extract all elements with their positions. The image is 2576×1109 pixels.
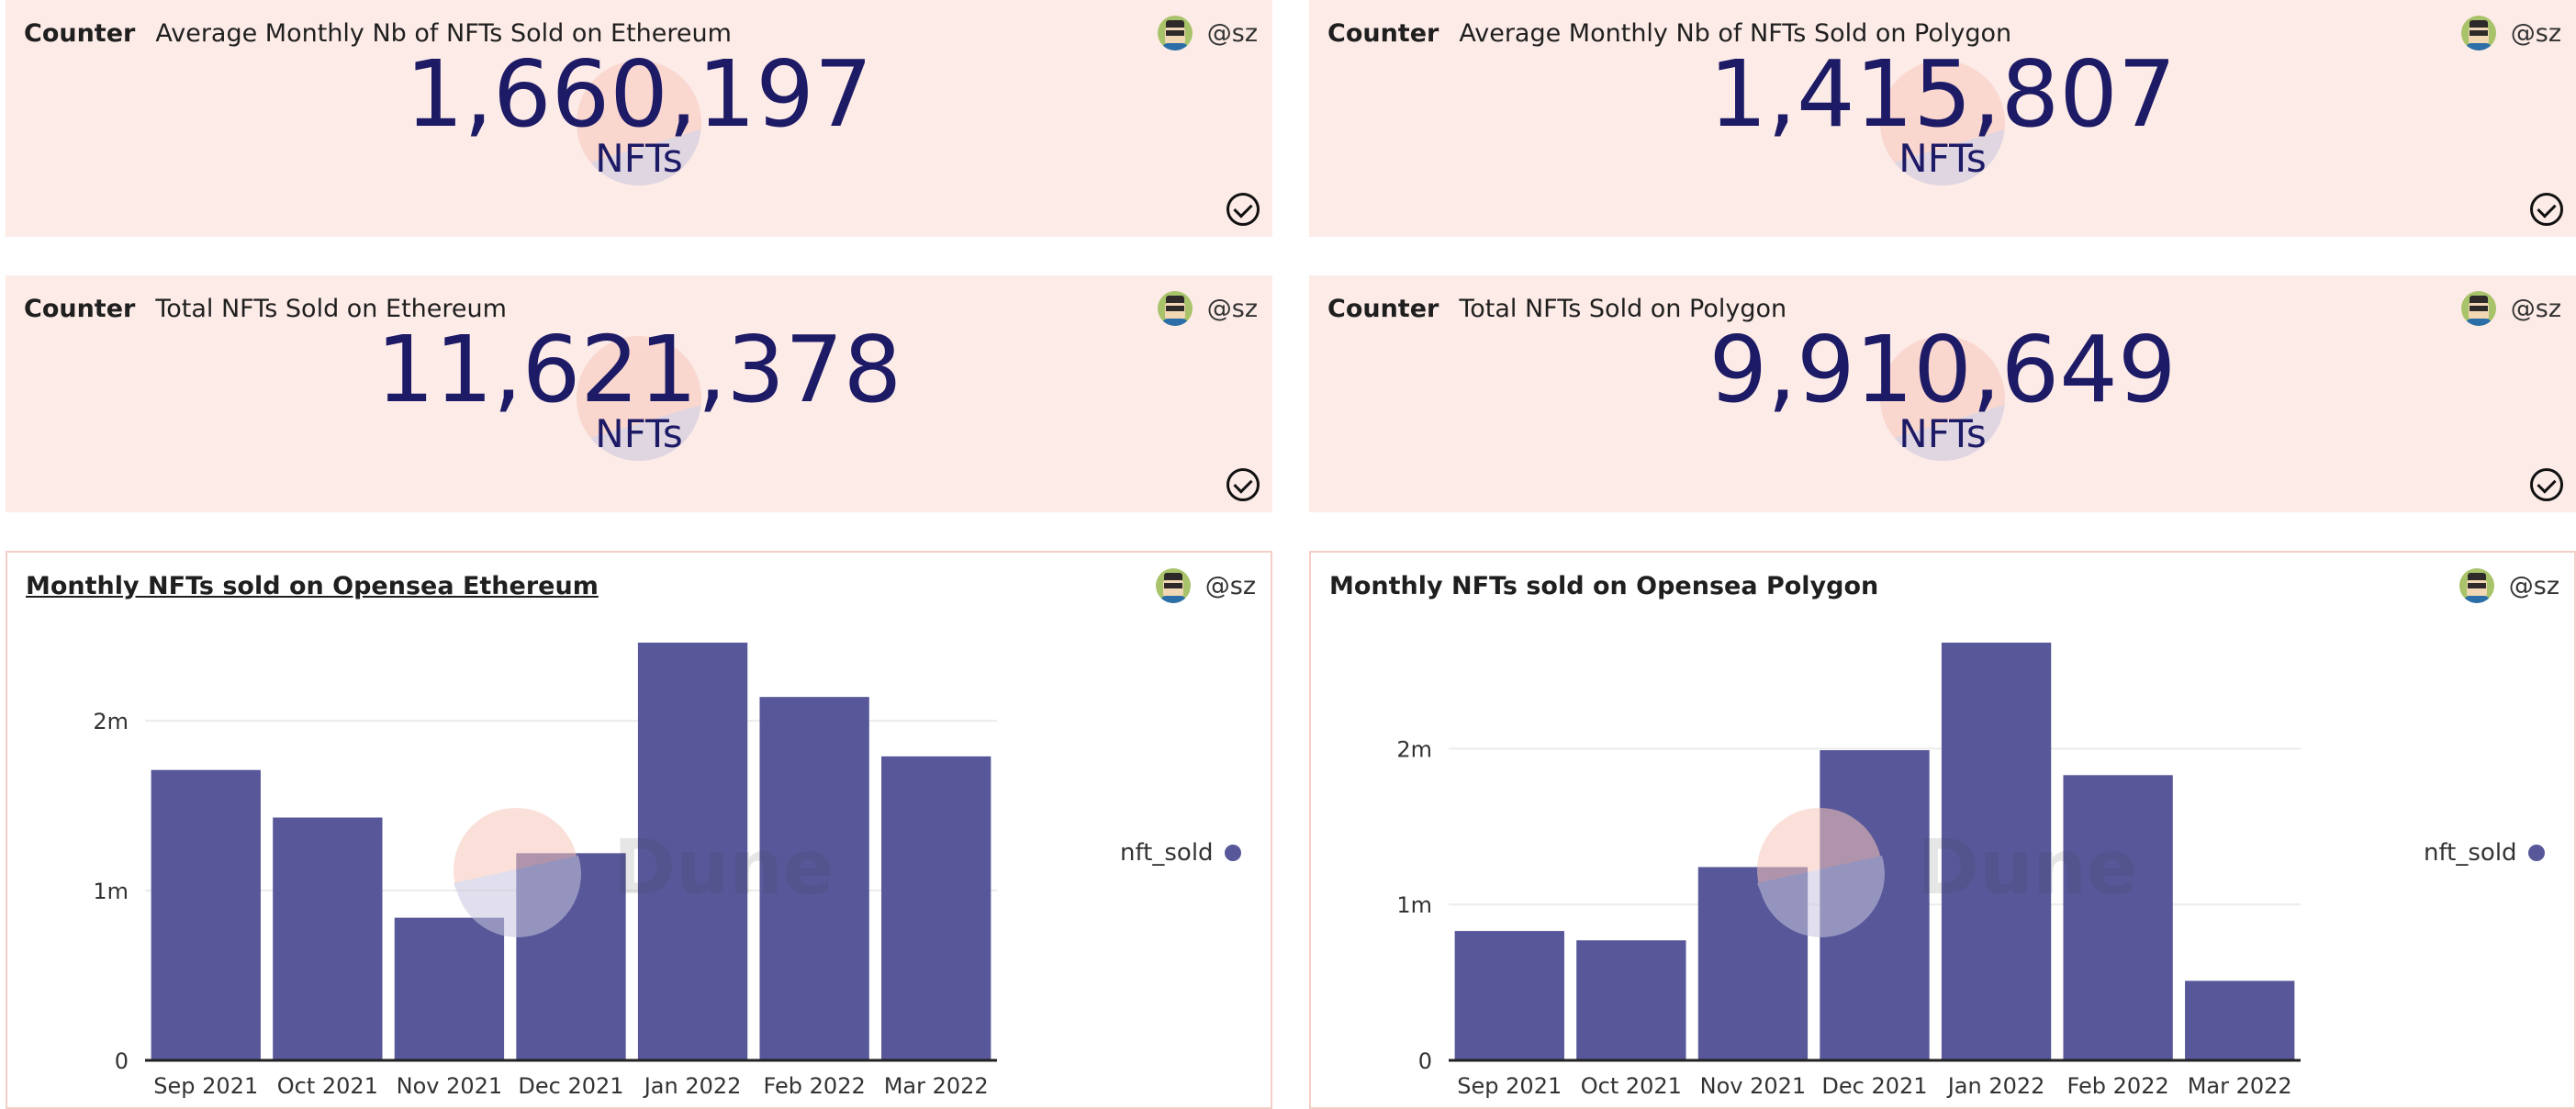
- chart-panel-polygon: Monthly NFTs sold on Opensea Polygon @sz…: [1309, 551, 2576, 1109]
- dune-watermark-text: Dune: [1917, 824, 2138, 912]
- counter-value: 11,621,378: [375, 316, 902, 423]
- user-handle[interactable]: @sz: [1207, 19, 1258, 48]
- chart-legend[interactable]: nft_sold: [2424, 839, 2545, 867]
- visualization-type-label: Counter: [24, 294, 136, 323]
- chart-legend[interactable]: nft_sold: [1120, 839, 1241, 867]
- check-circle-icon: [1226, 193, 1260, 226]
- counter-value: 1,415,807: [1708, 40, 2177, 148]
- check-circle-icon: [1226, 468, 1260, 501]
- x-tick-label: Jan 2022: [1946, 1073, 2045, 1099]
- x-tick-label: Mar 2022: [2188, 1073, 2292, 1099]
- user-handle[interactable]: @sz: [1207, 295, 1258, 323]
- counter-panel-polygon-average: Counter Average Monthly Nb of NFTs Sold …: [1309, 0, 2576, 237]
- x-tick-label: Sep 2021: [1457, 1073, 1562, 1099]
- x-tick-label: Oct 2021: [277, 1073, 378, 1099]
- legend-dot-icon: [1224, 845, 1241, 861]
- bar: [881, 756, 991, 1060]
- counter-panel-polygon-total: Counter Total NFTs Sold on Polygon @sz 9…: [1309, 275, 2576, 512]
- visualization-type-label: Counter: [24, 18, 136, 48]
- user-handle[interactable]: @sz: [2511, 295, 2561, 323]
- counter-panel-ethereum-average: Counter Average Monthly Nb of NFTs Sold …: [6, 0, 1272, 237]
- legend-dot-icon: [2527, 845, 2545, 861]
- bar: [1454, 931, 1564, 1060]
- bar: [151, 769, 261, 1060]
- legend-label: nft_sold: [1120, 839, 1214, 867]
- bar: [2185, 980, 2295, 1060]
- bar: [273, 817, 383, 1060]
- bar: [2063, 775, 2173, 1060]
- counter-panel-ethereum-total: Counter Total NFTs Sold on Ethereum @sz …: [6, 275, 1272, 512]
- x-tick-label: Dec 2021: [1821, 1073, 1927, 1099]
- x-tick-label: Jan 2022: [643, 1073, 742, 1099]
- visualization-type-label: Counter: [1327, 18, 1439, 48]
- y-tick-label: 1m: [1396, 892, 1432, 918]
- bar: [1576, 940, 1686, 1060]
- y-tick-label: 2m: [1396, 736, 1432, 762]
- counter-value: 1,660,197: [405, 40, 873, 148]
- x-tick-label: Feb 2022: [2067, 1073, 2169, 1099]
- x-tick-label: Nov 2021: [1700, 1073, 1807, 1099]
- y-tick-label: 1m: [93, 879, 129, 904]
- counter-unit: NFTs: [595, 136, 683, 181]
- x-tick-label: Oct 2021: [1581, 1073, 1682, 1099]
- counter-value: 9,910,649: [1708, 316, 2177, 423]
- x-tick-label: Mar 2022: [884, 1073, 989, 1099]
- check-circle-icon: [2530, 468, 2563, 501]
- dune-logo-icon: [454, 808, 581, 937]
- bar: [394, 917, 505, 1060]
- chart-panel-ethereum: Monthly NFTs sold on Opensea Ethereum @s…: [6, 551, 1272, 1109]
- y-tick-label: 0: [115, 1048, 129, 1074]
- x-tick-label: Nov 2021: [397, 1073, 503, 1099]
- dune-watermark-text: Dune: [613, 824, 834, 912]
- legend-label: nft_sold: [2424, 839, 2517, 867]
- y-tick-label: 2m: [93, 709, 129, 734]
- counter-unit: NFTs: [1898, 136, 1987, 181]
- visualization-type-label: Counter: [1327, 294, 1439, 323]
- check-circle-icon: [2530, 193, 2563, 226]
- y-tick-label: 0: [1418, 1048, 1432, 1074]
- x-tick-label: Feb 2022: [764, 1073, 866, 1099]
- x-tick-label: Dec 2021: [518, 1073, 623, 1099]
- x-tick-label: Sep 2021: [153, 1073, 258, 1099]
- counter-unit: NFTs: [595, 411, 683, 456]
- counter-unit: NFTs: [1898, 411, 1987, 456]
- user-handle[interactable]: @sz: [2511, 19, 2561, 48]
